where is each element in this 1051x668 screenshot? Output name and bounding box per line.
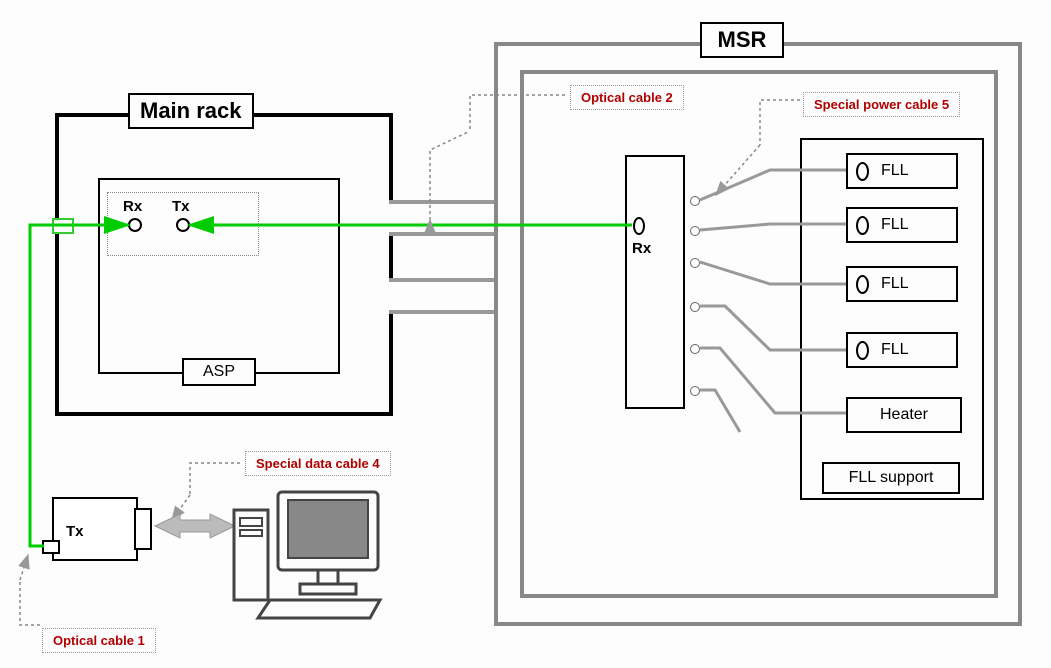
computer-icon xyxy=(234,492,380,618)
msr-rx-label: Rx xyxy=(632,240,651,257)
optical-cable-1-label: Optical cable 1 xyxy=(42,628,156,653)
fll-port-2 xyxy=(856,216,869,235)
fll-label-1: FLL xyxy=(881,162,909,180)
main-rx-port xyxy=(128,218,142,232)
rx-out-6 xyxy=(690,386,700,396)
rx-out-2 xyxy=(690,226,700,236)
fll-box-1: FLL xyxy=(846,153,958,189)
asp-label: ASP xyxy=(203,363,235,381)
main-tx-port xyxy=(176,218,190,232)
fll-label-4: FLL xyxy=(881,341,909,359)
main-tx-label: Tx xyxy=(172,198,190,215)
fll-box-2: FLL xyxy=(846,207,958,243)
fll-support-box xyxy=(800,138,984,500)
rx-out-3 xyxy=(690,258,700,268)
msr-title: MSR xyxy=(700,22,784,58)
main-rack-side-port xyxy=(52,218,74,234)
special-power-5-label: Special power cable 5 xyxy=(803,92,960,117)
fll-support-label-box: FLL support xyxy=(822,462,960,494)
asp-box: ASP xyxy=(182,358,256,386)
msr-rx-block xyxy=(625,155,685,409)
fll-label-2: FLL xyxy=(881,216,909,234)
fll-box-3: FLL xyxy=(846,266,958,302)
diagram-canvas: MSR Main rack ASP Rx Tx Rx FLL support F… xyxy=(0,0,1051,668)
fll-port-4 xyxy=(856,341,869,360)
main-rx-label: Rx xyxy=(123,198,142,215)
pipe-top xyxy=(389,200,494,236)
rx-out-5 xyxy=(690,344,700,354)
optical-cable-2-label: Optical cable 2 xyxy=(570,85,684,110)
tx-module-label: Tx xyxy=(66,523,84,540)
main-rack-title: Main rack xyxy=(128,93,254,129)
tx-module-port xyxy=(42,540,60,554)
fll-label-3: FLL xyxy=(881,275,909,293)
msr-rx-port xyxy=(633,217,645,235)
tx-module-box xyxy=(52,497,138,561)
tx-module-side xyxy=(134,508,152,550)
heater-label: Heater xyxy=(880,406,928,424)
fll-port-1 xyxy=(856,162,869,181)
heater-box: Heater xyxy=(846,397,962,433)
pipe-bottom xyxy=(389,278,494,314)
fll-support-label: FLL support xyxy=(849,469,934,487)
special-data-4-label: Special data cable 4 xyxy=(245,451,391,476)
rx-out-1 xyxy=(690,196,700,206)
fll-box-4: FLL xyxy=(846,332,958,368)
fll-port-3 xyxy=(856,275,869,294)
rx-out-4 xyxy=(690,302,700,312)
